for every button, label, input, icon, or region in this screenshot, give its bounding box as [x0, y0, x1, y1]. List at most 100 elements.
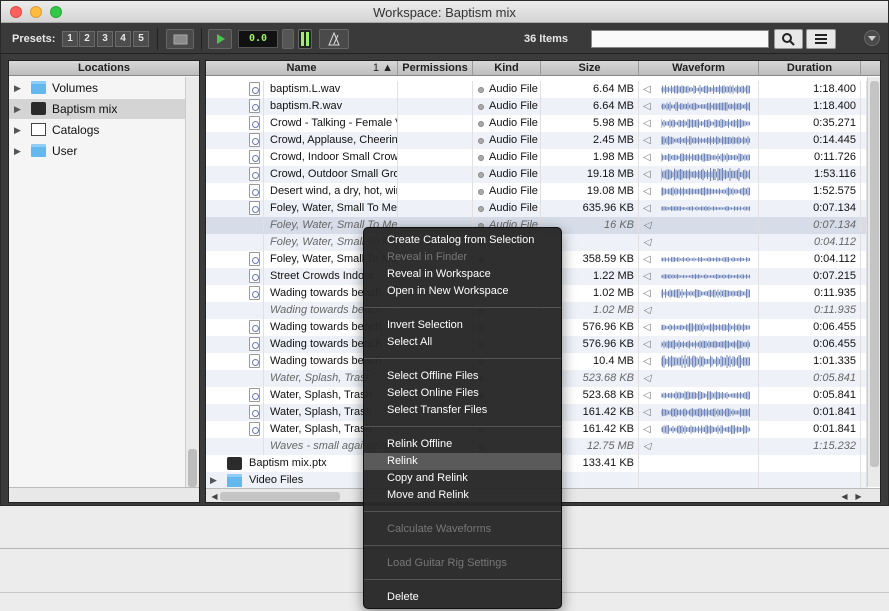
speaker-icon[interactable]: ◁ [643, 339, 651, 350]
disclosure-triangle-icon[interactable]: ▶ [14, 99, 21, 119]
items-count: 36 Items [524, 33, 569, 45]
location-baptism-mix[interactable]: ▶ Baptism mix [9, 99, 185, 119]
scroll-right-icon[interactable]: ▶ [852, 490, 865, 502]
scrollbar-thumb[interactable] [188, 449, 197, 487]
waveform-cell: ◁ [639, 234, 759, 251]
waveform-cell: ◁ [639, 200, 759, 217]
file-list-scrollbar[interactable] [867, 77, 880, 487]
table-row[interactable]: Crowd - Talking - Female Voices Audio Fil… [206, 115, 867, 132]
locations-scrollbar[interactable] [185, 77, 199, 487]
audio-file-icon [249, 99, 260, 113]
folder-icon [173, 34, 188, 45]
duration-cell: 0:01.841 [759, 404, 861, 421]
metronome-button[interactable] [319, 29, 349, 49]
column-header-duration[interactable]: Duration [759, 61, 861, 76]
file-name: baptism.R.wav [264, 98, 398, 115]
location-user[interactable]: ▶ User [9, 141, 185, 161]
speaker-icon[interactable]: ◁ [643, 322, 651, 333]
file-icon-cell [206, 251, 264, 268]
list-view-button[interactable] [806, 29, 836, 49]
column-header-name[interactable]: Name 1 ▲ [206, 61, 398, 76]
column-header-extra[interactable] [861, 61, 880, 76]
waveform-cell: ◁ [639, 353, 759, 370]
speaker-icon[interactable]: ◁ [643, 356, 651, 367]
status-dot-icon [478, 206, 484, 212]
menu-item-open-in-new-workspace[interactable]: Open in New Workspace [364, 283, 561, 300]
menu-item-relink-offline[interactable]: Relink Offline [364, 436, 561, 453]
speaker-icon[interactable]: ◁ [643, 220, 651, 231]
menu-item-select-offline-files[interactable]: Select Offline Files [364, 368, 561, 385]
speaker-icon[interactable]: ◁ [643, 169, 651, 180]
search-input[interactable] [591, 30, 769, 48]
speaker-icon[interactable]: ◁ [643, 186, 651, 197]
volume-slider[interactable] [282, 29, 294, 49]
menu-item-move-and-relink[interactable]: Move and Relink [364, 487, 561, 504]
menu-item-reveal-in-finder[interactable]: Reveal in Finder [364, 249, 561, 266]
menu-item-load-guitar-rig-settings[interactable]: Load Guitar Rig Settings [364, 555, 561, 572]
waveform-cell: ◁ [639, 302, 759, 319]
permissions-cell [398, 166, 473, 183]
speaker-icon[interactable]: ◁ [643, 254, 651, 265]
speaker-icon[interactable]: ◁ [643, 271, 651, 282]
menu-item-delete[interactable]: Delete [364, 589, 561, 606]
play-button[interactable] [208, 29, 232, 49]
table-row[interactable]: baptism.L.wav Audio File 6.64 MB ◁ 1:18.400 [206, 81, 867, 98]
menu-item-copy-and-relink[interactable]: Copy and Relink [364, 470, 561, 487]
drive-icon [31, 102, 46, 115]
table-row[interactable]: Crowd, Applause, Cheering Audio File 2.45 … [206, 132, 867, 149]
table-row[interactable]: Desert wind, a dry, hot, wind Audio File 1… [206, 183, 867, 200]
speaker-icon[interactable]: ◁ [643, 288, 651, 299]
location-volumes[interactable]: ▶ Volumes [9, 78, 185, 98]
column-header-permissions[interactable]: Permissions [398, 61, 473, 76]
kind-label: Audio File [489, 100, 538, 112]
scroll-left-icon[interactable]: ◀ [838, 490, 851, 502]
column-header-size[interactable]: Size [541, 61, 639, 76]
column-header-kind[interactable]: Kind [473, 61, 541, 76]
preset-2-button[interactable]: 2 [79, 31, 95, 47]
disclosure-triangle-icon[interactable]: ▶ [14, 141, 21, 161]
speaker-icon[interactable]: ◁ [643, 203, 651, 214]
new-folder-button[interactable] [166, 29, 194, 49]
menu-item-relink[interactable]: Relink [364, 453, 561, 470]
menu-item-select-transfer-files[interactable]: Select Transfer Files [364, 402, 561, 419]
speaker-icon[interactable]: ◁ [643, 101, 651, 112]
title-bar[interactable]: Workspace: Baptism mix [1, 1, 888, 23]
speaker-icon[interactable]: ◁ [643, 84, 651, 95]
speaker-icon[interactable]: ◁ [643, 407, 651, 418]
location-catalogs[interactable]: ▶ Catalogs [9, 120, 185, 140]
preset-1-button[interactable]: 1 [62, 31, 78, 47]
menu-item-reveal-in-workspace[interactable]: Reveal in Workspace [364, 266, 561, 283]
speaker-icon[interactable]: ◁ [643, 118, 651, 129]
speaker-icon[interactable]: ◁ [643, 152, 651, 163]
scrollbar-thumb[interactable] [870, 81, 879, 467]
speaker-icon[interactable]: ◁ [643, 390, 651, 401]
menu-item-select-all[interactable]: Select All [364, 334, 561, 351]
speaker-icon[interactable]: ◁ [643, 237, 651, 248]
table-row[interactable]: Foley, Water, Small To Medium Audio File6… [206, 200, 867, 217]
column-header-waveform[interactable]: Waveform [639, 61, 759, 76]
disclosure-triangle-icon[interactable]: ▶ [14, 120, 21, 140]
table-row[interactable]: Crowd, Outdoor Small Group Audio File 19.1… [206, 166, 867, 183]
disclosure-triangle-icon[interactable]: ▶ [14, 78, 21, 98]
options-button[interactable] [864, 30, 880, 46]
duration-cell: 1:18.400 [759, 81, 861, 98]
menu-item-create-catalog[interactable]: Create Catalog from Selection [364, 232, 561, 249]
speaker-icon[interactable]: ◁ [643, 424, 651, 435]
speaker-icon[interactable]: ◁ [643, 441, 651, 452]
scrollbar-thumb[interactable] [220, 492, 340, 501]
preset-4-button[interactable]: 4 [115, 31, 131, 47]
speaker-icon[interactable]: ◁ [643, 135, 651, 146]
menu-item-calculate-waveforms[interactable]: Calculate Waveforms [364, 521, 561, 538]
preset-3-button[interactable]: 3 [97, 31, 113, 47]
speaker-icon[interactable]: ◁ [643, 373, 651, 384]
locations-horizontal-scrollbar[interactable] [9, 487, 199, 502]
waveform-cell: ◁ [639, 336, 759, 353]
menu-item-select-online-files[interactable]: Select Online Files [364, 385, 561, 402]
disclosure-triangle-icon[interactable]: ▶ [210, 472, 217, 489]
menu-item-invert-selection[interactable]: Invert Selection [364, 317, 561, 334]
preset-5-button[interactable]: 5 [133, 31, 149, 47]
table-row[interactable]: baptism.R.wav Audio File 6.64 MB ◁ 1:18.400 [206, 98, 867, 115]
search-button[interactable] [774, 29, 803, 49]
table-row[interactable]: Crowd, Indoor Small Crowd Audio File 1.98 … [206, 149, 867, 166]
speaker-icon[interactable]: ◁ [643, 305, 651, 316]
